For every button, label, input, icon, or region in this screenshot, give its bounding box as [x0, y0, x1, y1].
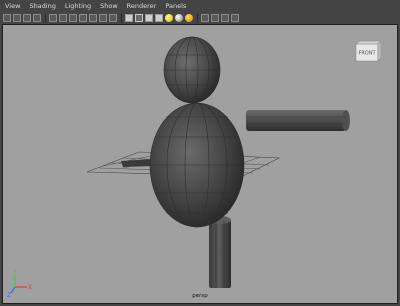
axis-y-label: Y: [12, 269, 17, 276]
right-arm-mesh[interactable]: [246, 110, 350, 131]
default-material-icon[interactable]: [145, 14, 153, 22]
textured-icon[interactable]: [155, 14, 163, 22]
leg-mesh[interactable]: [209, 216, 231, 288]
camera-name-label: persp: [192, 293, 208, 299]
scene-canvas: X Y Z: [7, 36, 350, 299]
smooth-shade-icon[interactable]: [135, 14, 143, 22]
toolbar-separator: [121, 13, 122, 23]
menu-view[interactable]: View: [5, 0, 20, 12]
view-cube[interactable]: FRONT: [353, 39, 381, 65]
resolution-gate-icon[interactable]: [69, 14, 77, 22]
xray-icon[interactable]: [221, 14, 229, 22]
menu-panels[interactable]: Panels: [165, 0, 186, 12]
field-chart-icon[interactable]: [89, 14, 97, 22]
view-cube-front-label: FRONT: [358, 51, 376, 57]
body-mesh[interactable]: [149, 102, 245, 228]
safe-title-icon[interactable]: [109, 14, 117, 22]
use-all-lights-icon[interactable]: [165, 14, 173, 22]
select-camera-icon[interactable]: [3, 14, 11, 22]
head-mesh[interactable]: [163, 36, 221, 104]
axis-x-label: X: [28, 284, 32, 291]
menu-shading[interactable]: Shading: [29, 0, 55, 12]
xray-joints-icon[interactable]: [231, 14, 239, 22]
isolate-select-icon[interactable]: [211, 14, 219, 22]
image-plane-icon[interactable]: [33, 14, 41, 22]
shadows-icon[interactable]: [175, 14, 183, 22]
maya-model-panel: View Shading Lighting Show Renderer Pane…: [0, 0, 400, 306]
bookmark-icon[interactable]: [23, 14, 31, 22]
safe-action-icon[interactable]: [99, 14, 107, 22]
ambient-occlusion-icon[interactable]: [185, 14, 193, 22]
menu-show[interactable]: Show: [100, 0, 118, 12]
perspective-viewport[interactable]: X Y Z FRONT persp: [2, 24, 398, 304]
film-gate-icon[interactable]: [59, 14, 67, 22]
toolbar-separator: [197, 13, 198, 23]
menu-lighting[interactable]: Lighting: [65, 0, 91, 12]
panel-toolbar: [0, 12, 400, 24]
gate-mask-icon[interactable]: [79, 14, 87, 22]
camera-attributes-icon[interactable]: [13, 14, 21, 22]
menu-renderer[interactable]: Renderer: [127, 0, 157, 12]
panel-menubar: View Shading Lighting Show Renderer Pane…: [0, 0, 400, 12]
toolbar-separator: [45, 13, 46, 23]
anti-aliasing-icon[interactable]: [201, 14, 209, 22]
wireframe-icon[interactable]: [125, 14, 133, 22]
grid-icon[interactable]: [49, 14, 57, 22]
